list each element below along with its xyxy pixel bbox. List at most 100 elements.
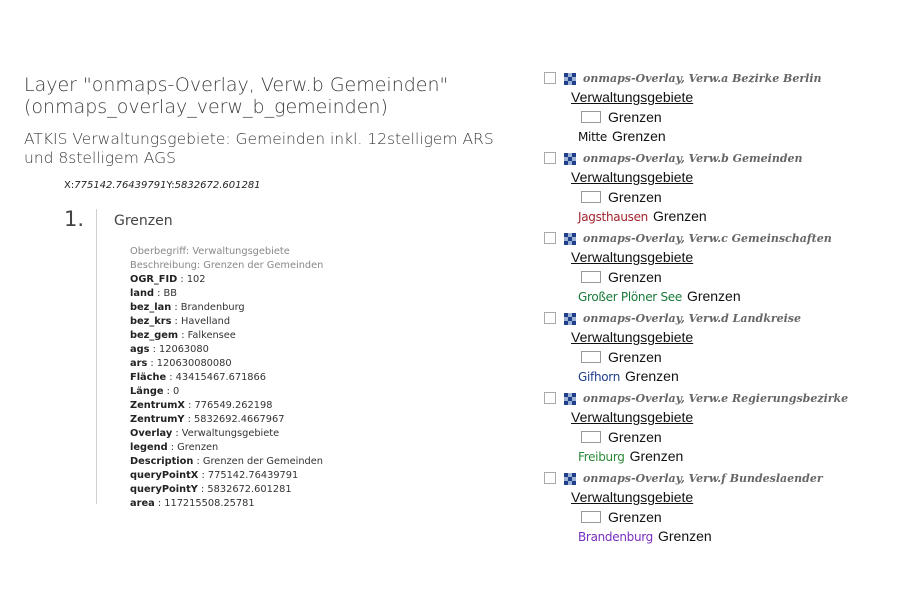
layer-grid-icon: [564, 472, 576, 485]
attribute-value: : 102: [177, 274, 206, 285]
attribute-value: : Falkensee: [178, 330, 236, 341]
feature-result: 1. Grenzen Oberbegriff: Verwaltungsgebie…: [24, 207, 514, 509]
legend-swatch: [581, 271, 601, 283]
attribute-value: : 12063080: [149, 344, 209, 355]
sample-place-name: Gifhorn: [578, 370, 621, 384]
sample-legend-label: Grenzen: [625, 368, 679, 384]
legend-row: Grenzen: [581, 268, 884, 286]
attribute-row: legend : Grenzen: [130, 441, 323, 455]
layer-info-panel: Layer "onmaps-Overlay, Verw.b Gemeinden"…: [24, 74, 514, 509]
layer-grid-icon: [564, 392, 576, 405]
attribute-value: : 0: [163, 386, 180, 397]
sample-place-name: Mitte: [578, 130, 607, 144]
attribute-row: OGR_FID : 102: [130, 273, 323, 287]
overlay-item: onmaps-Overlay, Verw.a Bezirke Berlin Ver…: [544, 70, 884, 145]
overlay-title: onmaps-Overlay, Verw.f Bundeslaender: [583, 471, 823, 485]
sample-legend-label: Grenzen: [611, 128, 666, 144]
layer-grid-icon: [564, 312, 576, 325]
attribute-row: ars : 120630080080: [130, 357, 323, 371]
attribute-row: ZentrumX : 776549.262198: [130, 399, 323, 413]
overlay-title: onmaps-Overlay, Verw.d Landkreise: [583, 311, 801, 325]
attribute-key: Fläche: [130, 372, 167, 383]
overlay-checkbox[interactable]: [544, 72, 556, 84]
attribute-value: : 5832672.601281: [197, 484, 292, 495]
overlay-header: onmaps-Overlay, Verw.a Bezirke Berlin: [544, 70, 884, 86]
attribute-key: land: [130, 288, 154, 299]
legend-label: Grenzen: [608, 349, 662, 365]
attribute-key: ZentrumY: [130, 414, 185, 425]
legend-label: Grenzen: [608, 189, 662, 205]
legend-label: Grenzen: [608, 269, 662, 285]
attribute-row: bez_gem : Falkensee: [130, 329, 323, 343]
legend-swatch: [581, 511, 601, 523]
overlay-category-link[interactable]: Verwaltungsgebiete: [571, 248, 884, 266]
overlay-title: onmaps-Overlay, Verw.a Bezirke Berlin: [583, 71, 822, 85]
overlay-category-link[interactable]: Verwaltungsgebiete: [571, 328, 884, 346]
attribute-key: queryPointX: [130, 470, 199, 481]
attribute-row: ZentrumY : 5832692.4667967: [130, 413, 323, 427]
overlay-header: onmaps-Overlay, Verw.c Gemeinschaften: [544, 230, 884, 246]
overlay-checkbox[interactable]: [544, 392, 556, 404]
legend-row: Grenzen: [581, 108, 884, 126]
attribute-key: ags: [130, 344, 150, 355]
attribute-key: OGR_FID: [130, 274, 178, 285]
legend-label: Grenzen: [608, 429, 662, 445]
overlay-category-link[interactable]: Verwaltungsgebiete: [571, 408, 884, 426]
attribute-row: Description : Grenzen der Gemeinden: [130, 455, 323, 469]
overlay-header: onmaps-Overlay, Verw.f Bundeslaender: [544, 470, 884, 486]
attribute-row: Fläche : 43415467.671866: [130, 371, 323, 385]
attribute-value: : 5832692.4667967: [184, 414, 285, 425]
sample-row: Brandenburg Grenzen: [578, 527, 884, 545]
legend-swatch: [581, 191, 601, 203]
attribute-row: Overlay : Verwaltungsgebiete: [130, 427, 323, 441]
overlay-checkbox[interactable]: [544, 232, 556, 244]
sample-place-name: Freiburg: [578, 450, 625, 464]
attribute-key: bez_krs: [130, 316, 172, 327]
result-divider: [96, 209, 97, 504]
sample-row: Mitte Grenzen: [578, 127, 884, 145]
attribute-row: queryPointX : 775142.76439791: [130, 469, 323, 483]
sample-legend-label: Grenzen: [658, 528, 712, 544]
legend-swatch: [581, 111, 601, 123]
legend-row: Grenzen: [581, 428, 884, 446]
sample-row: Großer Plöner See Grenzen: [578, 287, 884, 305]
legend-row: Grenzen: [581, 508, 884, 526]
overlay-item: onmaps-Overlay, Verw.b Gemeinden Verwaltu…: [544, 150, 884, 225]
attribute-key: bez_lan: [130, 302, 172, 313]
attribute-row: area : 117215508.25781: [130, 497, 323, 511]
coord-x-value: 775142.76439791: [74, 180, 167, 191]
attribute-key: bez_gem: [130, 330, 179, 341]
attribute-row: Länge : 0: [130, 385, 323, 399]
result-number: 1.: [64, 207, 85, 231]
sample-place-name: Jagsthausen: [578, 210, 648, 224]
overlay-checkbox[interactable]: [544, 472, 556, 484]
overlay-item: onmaps-Overlay, Verw.e Regierungsbezirke…: [544, 390, 884, 465]
legend-row: Grenzen: [581, 188, 884, 206]
overlay-category-link[interactable]: Verwaltungsgebiete: [571, 88, 884, 106]
result-body: Grenzen Oberbegriff: Verwaltungsgebiete …: [114, 213, 323, 511]
attribute-row: land : BB: [130, 287, 323, 301]
attribute-value: : 43415467.671866: [166, 372, 266, 383]
overlay-checkbox[interactable]: [544, 152, 556, 164]
sample-legend-label: Grenzen: [629, 448, 684, 464]
overlay-title: onmaps-Overlay, Verw.b Gemeinden: [583, 151, 803, 165]
legend-row: Grenzen: [581, 348, 884, 366]
overlay-checkbox[interactable]: [544, 312, 556, 324]
overlay-header: onmaps-Overlay, Verw.e Regierungsbezirke: [544, 390, 884, 406]
attribute-key: queryPointY: [130, 484, 198, 495]
layer-grid-icon: [564, 232, 576, 245]
attribute-key: ZentrumX: [130, 400, 185, 411]
overlay-header: onmaps-Overlay, Verw.d Landkreise: [544, 310, 884, 326]
overlay-category-link[interactable]: Verwaltungsgebiete: [571, 168, 884, 186]
attribute-value: : 776549.262198: [184, 400, 273, 411]
overlay-title: onmaps-Overlay, Verw.e Regierungsbezirke: [583, 391, 849, 405]
overlay-item: onmaps-Overlay, Verw.c Gemeinschaften Ver…: [544, 230, 884, 305]
attribute-key: Länge: [130, 386, 164, 397]
attribute-list: Oberbegriff: Verwaltungsgebiete Beschrei…: [130, 245, 323, 511]
overlay-list: onmaps-Overlay, Verw.a Bezirke Berlin Ver…: [544, 70, 884, 550]
attribute-key: area: [130, 498, 155, 509]
beschreibung-text: Beschreibung: Grenzen der Gemeinden: [130, 260, 324, 271]
overlay-item: onmaps-Overlay, Verw.f Bundeslaender Verw…: [544, 470, 884, 545]
overlay-item: onmaps-Overlay, Verw.d Landkreise Verwalt…: [544, 310, 884, 385]
overlay-category-link[interactable]: Verwaltungsgebiete: [571, 488, 884, 506]
